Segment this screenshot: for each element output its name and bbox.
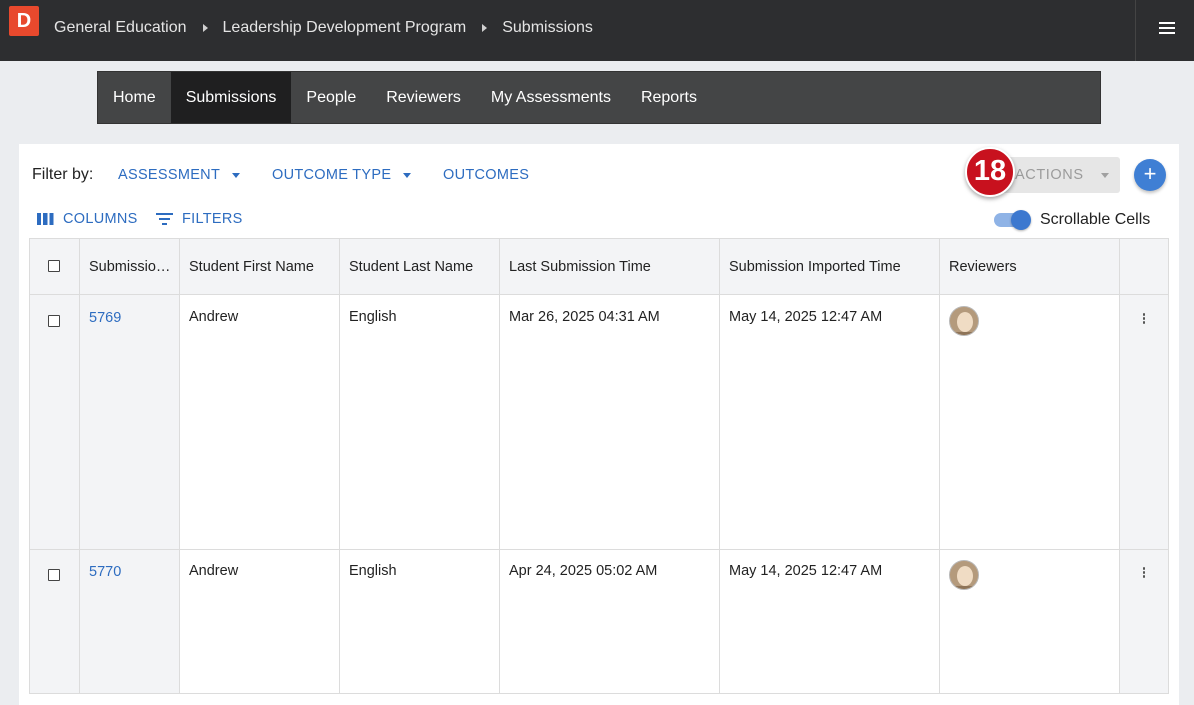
outcome-type-filter-button[interactable]: OUTCOME TYPE [272,167,412,183]
hamburger-menu-icon[interactable] [1151,22,1183,38]
actions-button[interactable]: ACTIONS [999,157,1120,193]
nav-reports[interactable]: Reports [626,72,712,123]
first-name-cell: Andrew [189,309,239,325]
caret-down-icon [403,172,412,178]
nav-people[interactable]: People [291,72,371,123]
breadcrumb: General Education Leadership Development… [54,19,593,37]
assessment-filter-button[interactable]: ASSESSMENT [118,167,241,183]
submission-id-link[interactable]: 5769 [89,310,121,326]
columns-label: COLUMNS [63,211,138,227]
header-submission[interactable]: Submissio… [89,259,170,275]
submissions-table: Submissio… Student First Name Student La… [29,238,1169,694]
nav-home[interactable]: Home [98,72,171,123]
header-reviewers[interactable]: Reviewers [949,259,1017,275]
row-checkbox[interactable] [48,315,60,327]
last-name-cell: English [349,309,397,325]
outcome-type-filter-label: OUTCOME TYPE [272,167,392,183]
annotation-badge: 18 [965,147,1015,197]
divider [1135,0,1136,61]
header-first-name[interactable]: Student First Name [189,259,314,275]
outcomes-filter-label: OUTCOMES [443,167,530,183]
filter-icon [156,213,173,225]
reviewer-avatar[interactable] [949,560,979,590]
breadcrumb-item-general-education[interactable]: General Education [54,19,187,37]
main-nav: Home Submissions People Reviewers My Ass… [97,71,1101,124]
caret-down-icon [1100,172,1109,178]
scrollable-cells-toggle[interactable] [994,210,1032,230]
imported-time-cell: May 14, 2025 12:47 AM [729,309,883,325]
actions-label: ACTIONS [1015,167,1084,183]
filter-label: Filter by: [32,166,94,183]
nav-my-assessments[interactable]: My Assessments [476,72,626,123]
caret-down-icon [232,172,241,178]
header-last-name[interactable]: Student Last Name [349,259,473,275]
chevron-right-icon [482,24,488,32]
outcomes-filter-button[interactable]: OUTCOMES [443,167,529,183]
submissions-panel: Filter by: ASSESSMENT OUTCOME TYPE OUTCO… [19,144,1179,705]
last-name-cell: English [349,563,397,579]
toggle-knob [1011,210,1031,230]
columns-icon [37,213,54,225]
chevron-right-icon [202,24,208,32]
table-row [30,295,1168,550]
select-all-checkbox[interactable] [48,260,60,272]
plus-icon: + [1143,161,1157,186]
add-button[interactable]: + [1134,159,1166,191]
nav-submissions[interactable]: Submissions [170,72,292,123]
breadcrumb-item-program[interactable]: Leadership Development Program [223,19,467,37]
filters-button[interactable]: FILTERS [156,211,243,227]
submission-id-link[interactable]: 5770 [89,564,121,580]
row-menu-icon[interactable] [1138,313,1150,327]
first-name-cell: Andrew [189,563,239,579]
scrollable-cells-label: Scrollable Cells [1040,211,1151,228]
filters-label: FILTERS [182,211,243,227]
breadcrumb-item-submissions: Submissions [502,19,593,36]
last-submission-cell: Apr 24, 2025 05:02 AM [509,563,658,579]
assessment-filter-label: ASSESSMENT [118,167,221,183]
last-submission-cell: Mar 26, 2025 04:31 AM [509,309,660,325]
top-bar: D General Education Leadership Developme… [0,0,1194,61]
app-logo[interactable]: D [9,6,39,36]
imported-time-cell: May 14, 2025 12:47 AM [729,563,883,579]
row-checkbox[interactable] [48,569,60,581]
columns-button[interactable]: COLUMNS [37,211,138,227]
nav-reviewers[interactable]: Reviewers [371,72,476,123]
row-menu-icon[interactable] [1138,567,1150,581]
header-imported[interactable]: Submission Imported Time [729,259,901,275]
header-last-submission[interactable]: Last Submission Time [509,259,651,275]
reviewer-avatar[interactable] [949,306,979,336]
